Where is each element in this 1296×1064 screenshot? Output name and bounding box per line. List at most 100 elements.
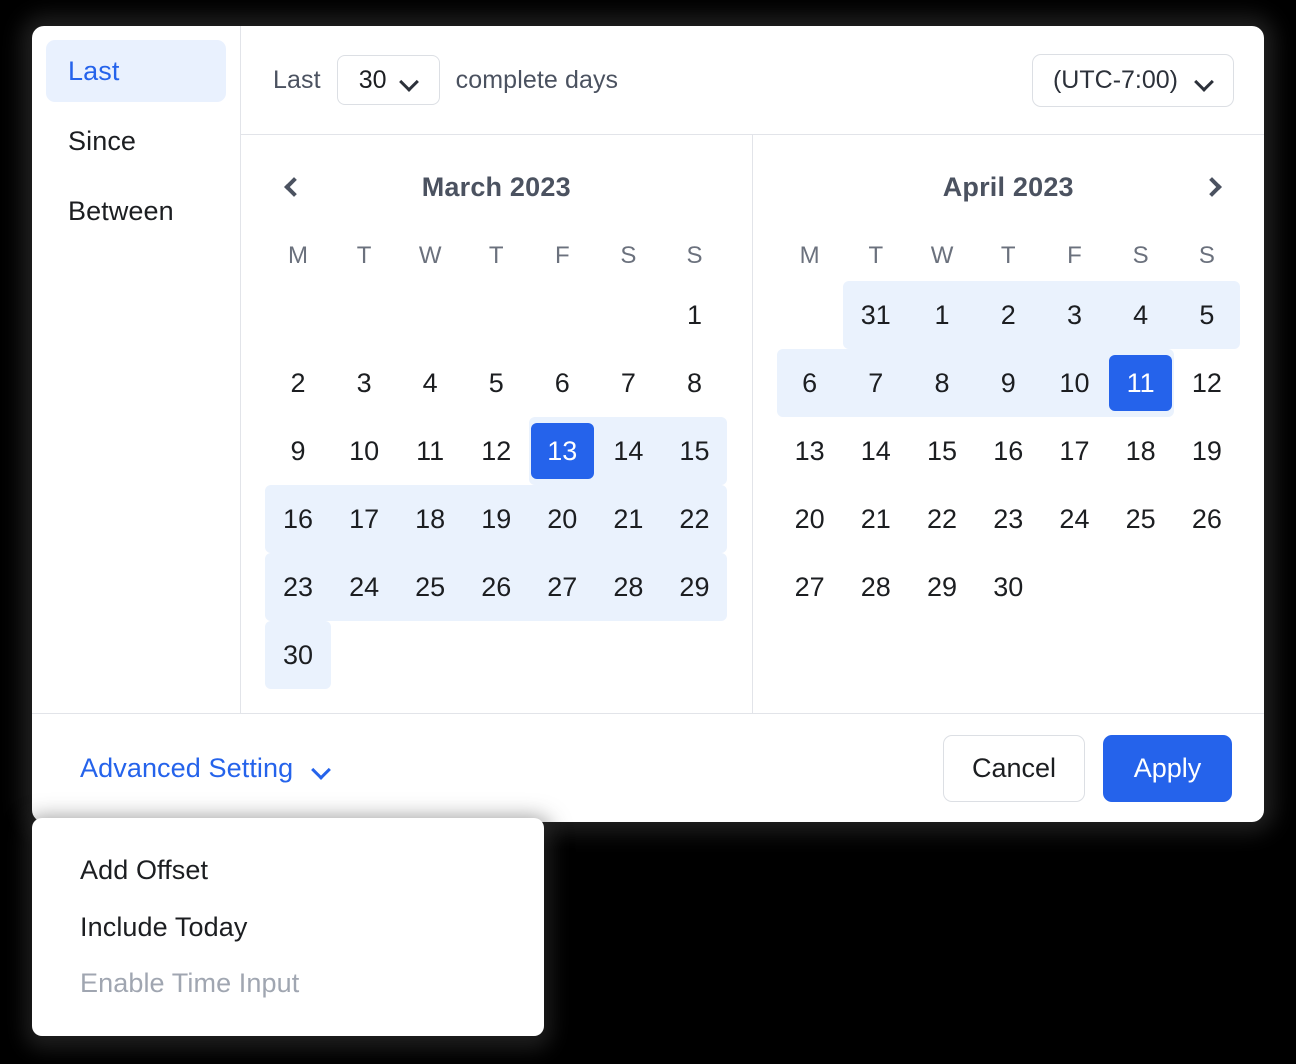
calendar-cell: 18 xyxy=(397,485,464,553)
calendar-day[interactable]: 22 xyxy=(663,491,726,547)
calendar-day[interactable]: 28 xyxy=(844,559,907,615)
calendar-day[interactable]: 13 xyxy=(530,423,594,479)
calendars-container: March 2023 M T W T F S S 1 2 3 4 5 6 7 8 9 10 11 12 13 14 15 16… xyxy=(241,135,1264,713)
calendar-day-empty xyxy=(1043,559,1106,615)
calendar-day[interactable]: 10 xyxy=(333,423,396,479)
dialog-body: Last Since Between Last 30 complete days (… xyxy=(32,26,1264,713)
calendar-day[interactable]: 23 xyxy=(267,559,330,615)
calendar-cell xyxy=(331,281,397,349)
calendar-day[interactable]: 11 xyxy=(399,423,462,479)
chevron-left-icon[interactable] xyxy=(273,169,309,205)
apply-button[interactable]: Apply xyxy=(1103,734,1232,802)
calendar-day[interactable]: 13 xyxy=(778,423,841,479)
calendar-day[interactable]: 19 xyxy=(1175,423,1238,479)
calendar-cell: 6 xyxy=(776,349,843,417)
calendar-day[interactable]: 19 xyxy=(465,491,528,547)
calendar-day[interactable]: 3 xyxy=(1043,287,1106,343)
calendar-day[interactable]: 30 xyxy=(977,559,1040,615)
calendar-day[interactable]: 2 xyxy=(267,355,330,411)
calendar-day[interactable]: 1 xyxy=(663,287,726,343)
calendar-day[interactable]: 3 xyxy=(333,355,396,411)
advanced-menu-item[interactable]: Add Offset xyxy=(32,842,544,899)
calendar-day[interactable]: 15 xyxy=(911,423,974,479)
calendar-day[interactable]: 17 xyxy=(333,491,396,547)
calendar-day[interactable]: 18 xyxy=(399,491,462,547)
calendar-day[interactable]: 18 xyxy=(1109,423,1172,479)
calendar-day[interactable]: 26 xyxy=(1175,491,1238,547)
calendar-day-empty xyxy=(1175,559,1238,615)
calendar-day[interactable]: 20 xyxy=(778,491,841,547)
calendar-cell: 3 xyxy=(1041,281,1108,349)
calendar-day[interactable]: 5 xyxy=(465,355,528,411)
calendar-day[interactable]: 14 xyxy=(844,423,907,479)
weekday-header: T xyxy=(1000,242,1016,269)
cancel-button[interactable]: Cancel xyxy=(942,734,1085,802)
calendar-day[interactable]: 5 xyxy=(1175,287,1238,343)
calendar-cell: 31 xyxy=(842,281,909,349)
calendar-day[interactable]: 21 xyxy=(597,491,660,547)
calendar-cell: 9 xyxy=(265,417,331,485)
calendar-day[interactable]: 15 xyxy=(663,423,726,479)
calendar-day-empty xyxy=(399,627,462,683)
calendar-day[interactable]: 12 xyxy=(1175,355,1238,411)
calendar-day[interactable]: 8 xyxy=(663,355,726,411)
calendar-cell: 6 xyxy=(529,349,595,417)
calendar-day[interactable]: 21 xyxy=(844,491,907,547)
calendar-day[interactable]: 11 xyxy=(1109,355,1173,411)
calendar-day[interactable]: 20 xyxy=(531,491,594,547)
advanced-menu-item[interactable]: Include Today xyxy=(32,899,544,956)
calendar-day[interactable]: 1 xyxy=(911,287,974,343)
calendar-day[interactable]: 26 xyxy=(465,559,528,615)
sidebar-item-label: Between xyxy=(68,195,174,226)
calendar-day[interactable]: 30 xyxy=(267,627,330,683)
calendar-day[interactable]: 7 xyxy=(844,355,907,411)
calendar-day[interactable]: 7 xyxy=(597,355,660,411)
calendar-day-empty xyxy=(399,287,462,343)
calendar-cell: 7 xyxy=(842,349,909,417)
calendar-day[interactable]: 2 xyxy=(977,287,1040,343)
days-count-select[interactable]: 30 xyxy=(336,55,440,105)
calendar-cell: 24 xyxy=(1041,485,1107,553)
calendar-cell: 10 xyxy=(331,417,397,485)
calendar-day[interactable]: 23 xyxy=(977,491,1040,547)
calendar-day[interactable]: 9 xyxy=(977,355,1040,411)
calendar-cell: 11 xyxy=(397,417,463,485)
mode-sidebar: Last Since Between xyxy=(32,26,241,713)
calendar-day[interactable]: 29 xyxy=(663,559,726,615)
calendar-day[interactable]: 28 xyxy=(597,559,660,615)
calendar-day[interactable]: 16 xyxy=(977,423,1040,479)
calendar-day[interactable]: 9 xyxy=(267,423,330,479)
calendar-day[interactable]: 24 xyxy=(333,559,396,615)
calendar-day[interactable]: 16 xyxy=(267,491,330,547)
chevron-right-icon[interactable] xyxy=(1196,169,1232,205)
advanced-setting-toggle[interactable]: Advanced Setting xyxy=(80,753,330,784)
calendar-day[interactable]: 6 xyxy=(531,355,594,411)
calendar-day-empty xyxy=(778,287,841,343)
sidebar-item-between[interactable]: Between xyxy=(46,180,226,242)
calendar-day[interactable]: 29 xyxy=(911,559,974,615)
calendar-day[interactable]: 14 xyxy=(597,423,660,479)
calendar-cell: 9 xyxy=(975,349,1042,417)
timezone-select[interactable]: (UTC-7:00) xyxy=(1031,53,1234,107)
calendar-day[interactable]: 25 xyxy=(1109,491,1172,547)
calendar-day[interactable]: 27 xyxy=(778,559,841,615)
calendar-cell: 5 xyxy=(463,349,529,417)
calendar-day[interactable]: 27 xyxy=(531,559,594,615)
calendar-day-empty xyxy=(531,627,594,683)
calendar-day[interactable]: 25 xyxy=(399,559,462,615)
calendar-day[interactable]: 24 xyxy=(1043,491,1106,547)
calendar-day-empty xyxy=(663,627,726,683)
calendar-day[interactable]: 31 xyxy=(844,287,907,343)
calendar-day[interactable]: 4 xyxy=(399,355,462,411)
calendar-cell: 13 xyxy=(777,417,843,485)
calendar-day[interactable]: 17 xyxy=(1043,423,1106,479)
sidebar-item-since[interactable]: Since xyxy=(46,110,226,172)
sidebar-item-last[interactable]: Last xyxy=(46,40,226,102)
calendar-day[interactable]: 4 xyxy=(1109,287,1172,343)
calendar-day[interactable]: 12 xyxy=(465,423,528,479)
calendar-day[interactable]: 6 xyxy=(778,355,841,411)
calendar-cell: 7 xyxy=(595,349,661,417)
calendar-day[interactable]: 22 xyxy=(911,491,974,547)
calendar-day[interactable]: 10 xyxy=(1043,355,1106,411)
calendar-day[interactable]: 8 xyxy=(911,355,974,411)
